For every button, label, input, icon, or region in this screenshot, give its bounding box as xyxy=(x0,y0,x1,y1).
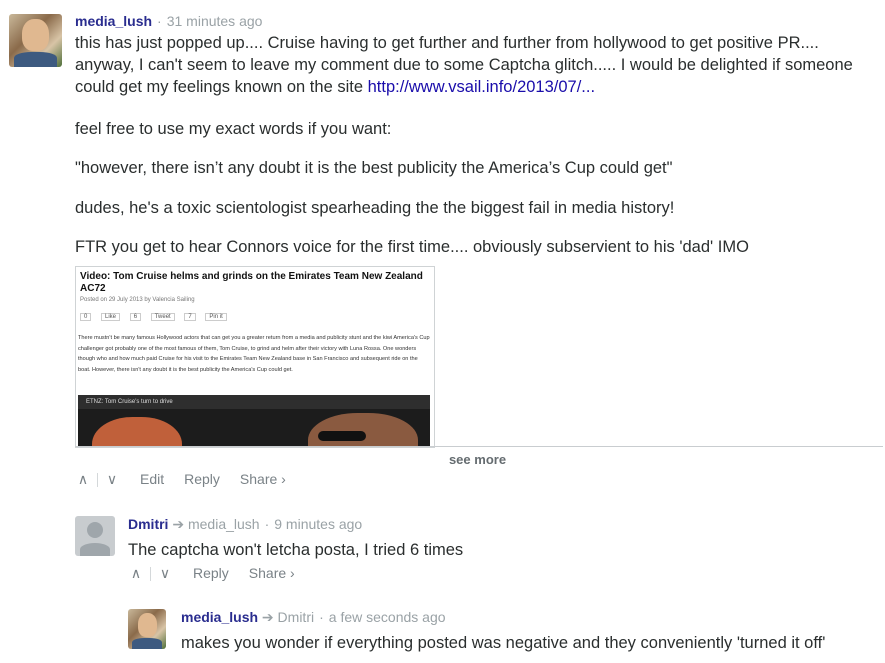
dot-separator: · xyxy=(264,516,270,532)
reply-to-name[interactable]: Dmitri xyxy=(278,609,315,625)
comment-paragraph: FTR you get to hear Connors voice for th… xyxy=(75,238,749,256)
reply-to-name[interactable]: media_lush xyxy=(188,516,260,532)
comment-time[interactable]: 9 minutes ago xyxy=(274,516,362,532)
comment-header: media_lush ➔ Dmitri · a few seconds ago xyxy=(181,609,446,626)
comment-paragraph: "however, there isn’t any doubt it is th… xyxy=(75,159,673,177)
comment-text: The captcha won't letcha posta, I tried … xyxy=(128,541,464,559)
see-more-link[interactable]: see more xyxy=(0,452,885,467)
comment-link[interactable]: http://www.vsail.info/2013/07/... xyxy=(368,78,595,96)
comment-header: Dmitri ➔ media_lush · 9 minutes ago xyxy=(128,516,362,533)
comment-text: makes you wonder if everything posted wa… xyxy=(181,634,826,652)
embed-tweet-count: 7 xyxy=(184,313,196,321)
reply-button[interactable]: Reply xyxy=(193,565,229,581)
embed-pin: Pin it xyxy=(205,313,227,321)
video-person-left xyxy=(92,417,182,447)
avatar-dmitri[interactable] xyxy=(75,516,115,556)
author-name[interactable]: Dmitri xyxy=(128,516,168,532)
divider xyxy=(75,446,883,447)
avatar-media-lush[interactable] xyxy=(128,609,166,649)
avatar-face xyxy=(137,613,157,637)
embed-like: Like xyxy=(101,313,121,321)
embed-tweet: Tweet xyxy=(150,313,175,321)
reply-button[interactable]: Reply xyxy=(184,471,220,487)
avatar-shirt xyxy=(131,637,163,649)
avatar-body xyxy=(79,543,111,556)
share-button[interactable]: Share › xyxy=(249,565,295,581)
reply-arrow-icon: ➔ xyxy=(261,609,274,625)
embedded-image[interactable]: Video: Tom Cruise helms and grinds on th… xyxy=(75,266,435,448)
downvote-icon[interactable]: ∨ xyxy=(104,471,120,488)
video-sunglasses xyxy=(318,431,366,441)
embed-social-row: 0 Like 6 Tweet 7 Pin it xyxy=(80,313,235,321)
video-caption: ETNZ: Tom Cruise's turn to drive xyxy=(78,395,430,409)
embed-like-count: 6 xyxy=(129,313,142,321)
avatar-media-lush[interactable] xyxy=(9,14,62,67)
embed-body-text: There mustn't be many famous Hollywood a… xyxy=(78,335,430,373)
dot-separator: · xyxy=(319,609,324,625)
reply-arrow-icon: ➔ xyxy=(172,516,185,532)
comment-paragraph: this has just popped up.... Cruise havin… xyxy=(75,32,875,98)
edit-button[interactable]: Edit xyxy=(140,471,164,487)
share-button[interactable]: Share › xyxy=(240,471,286,487)
downvote-icon[interactable]: ∨ xyxy=(157,565,173,582)
avatar-face xyxy=(22,19,49,52)
vote-divider xyxy=(97,473,98,488)
comment-actions: ∧ ∨ Edit Reply Share › xyxy=(75,471,300,488)
comment-paragraph: dudes, he's a toxic scientologist spearh… xyxy=(75,199,675,217)
avatar-head xyxy=(87,521,103,538)
embed-title: Video: Tom Cruise helms and grinds on th… xyxy=(80,271,423,294)
comment-actions: ∧ ∨ Reply Share › xyxy=(128,565,309,582)
comment-time[interactable]: 31 minutes ago xyxy=(167,13,263,29)
embed-posted: Posted on 29 July 2013 by Valencia Saili… xyxy=(80,297,195,303)
upvote-icon[interactable]: ∧ xyxy=(128,565,144,582)
vote-divider xyxy=(150,567,151,582)
comment-paragraph: feel free to use my exact words if you w… xyxy=(75,120,392,138)
dot-separator: · xyxy=(157,13,162,29)
embed-gplus-count: 0 xyxy=(80,313,92,321)
comment-time[interactable]: a few seconds ago xyxy=(329,609,446,625)
comment-header: media_lush · 31 minutes ago xyxy=(75,13,262,29)
author-name[interactable]: media_lush xyxy=(181,609,258,625)
avatar-shirt xyxy=(14,52,57,67)
author-name[interactable]: media_lush xyxy=(75,13,152,29)
upvote-icon[interactable]: ∧ xyxy=(75,471,91,488)
embed-video: ETNZ: Tom Cruise's turn to drive xyxy=(78,395,430,447)
